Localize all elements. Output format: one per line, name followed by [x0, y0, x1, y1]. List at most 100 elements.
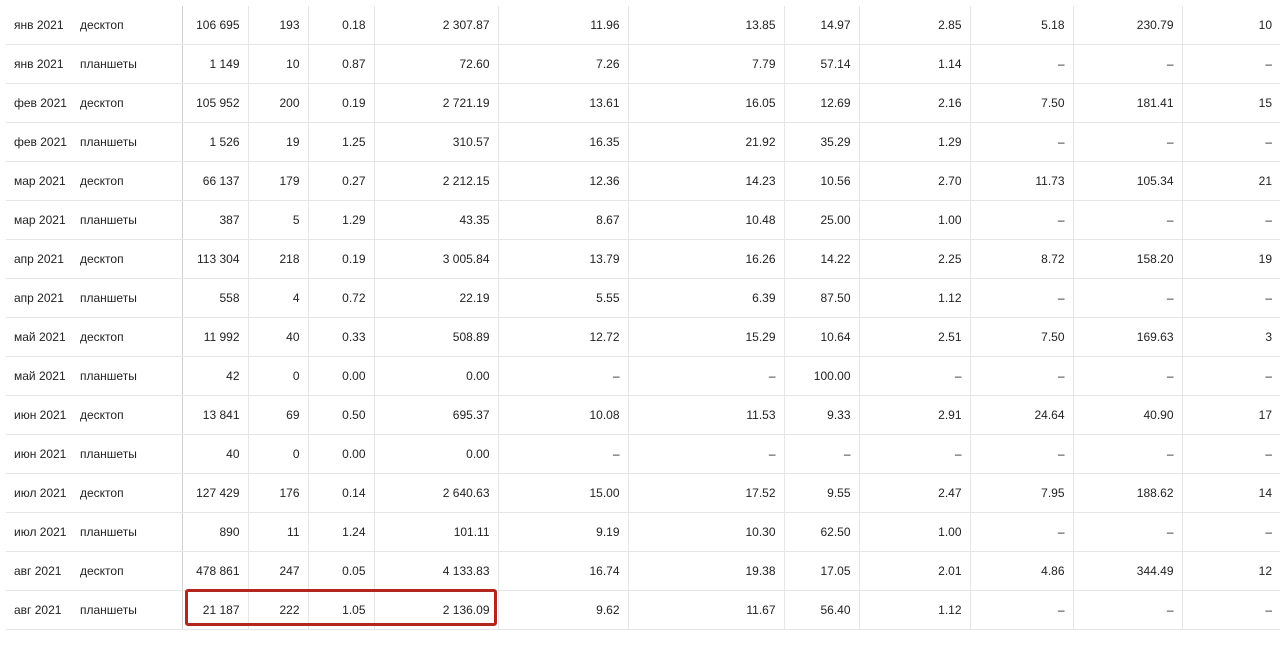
- table-row[interactable]: янв 2021 десктоп 106 695 193 0.18 2 307.87 11.…: [6, 6, 1280, 45]
- metric-cell-5: 10.08: [498, 395, 629, 435]
- table-row[interactable]: июн 2021 десктоп 13 841 69 0.50 695.37 10.08 11…: [6, 395, 1280, 435]
- metric-cell-5: 12.72: [498, 317, 629, 357]
- month-cell: авг 2021: [6, 551, 72, 591]
- table-row[interactable]: фев 2021 десктоп 105 952 200 0.19 2 721.19 13.…: [6, 83, 1280, 123]
- metric-cell-2: 200: [248, 83, 309, 123]
- metric-cell-10: –: [1073, 200, 1183, 240]
- metric-cell-8: 2.47: [859, 473, 971, 513]
- metric-cell-3: 0.72: [308, 278, 375, 318]
- table-body: янв 2021 десктоп 106 695 193 0.18 2 307.87 11.…: [6, 6, 1280, 630]
- table-row[interactable]: янв 2021 планшеты 1 149 10 0.87 72.60 7.26 7.79…: [6, 44, 1280, 84]
- metric-cell-7: 35.29: [784, 122, 860, 162]
- metric-cell-11: –: [1182, 512, 1280, 552]
- metric-cell-8: 2.16: [859, 83, 971, 123]
- month-cell: янв 2021: [6, 44, 72, 84]
- metric-cell-4: 2 640.63: [374, 473, 499, 513]
- metric-cell-1: 13 841: [182, 395, 249, 435]
- metric-cell-2: 179: [248, 161, 309, 201]
- table-row[interactable]: май 2021 десктоп 11 992 40 0.33 508.89 12.72 15…: [6, 317, 1280, 357]
- metric-cell-4: 695.37: [374, 395, 499, 435]
- metric-cell-5: –: [498, 356, 629, 396]
- metric-cell-7: 9.33: [784, 395, 860, 435]
- month-cell: июл 2021: [6, 512, 72, 552]
- metric-cell-10: –: [1073, 278, 1183, 318]
- metric-cell-11: –: [1182, 122, 1280, 162]
- report-table: янв 2021 десктоп 106 695 193 0.18 2 307.87 11.…: [6, 6, 1280, 630]
- table-row[interactable]: апр 2021 десктоп 113 304 218 0.19 3 005.84 13.…: [6, 239, 1280, 279]
- metric-cell-11: 19: [1182, 239, 1280, 279]
- metric-cell-2: 193: [248, 6, 309, 45]
- metric-cell-3: 0.33: [308, 317, 375, 357]
- metric-cell-2: 40: [248, 317, 309, 357]
- metric-cell-10: –: [1073, 590, 1183, 630]
- table-row[interactable]: июл 2021 десктоп 127 429 176 0.14 2 640.63 15.…: [6, 473, 1280, 513]
- metric-cell-9: 5.18: [970, 6, 1074, 45]
- month-cell: июн 2021: [6, 434, 72, 474]
- device-cell: планшеты: [72, 200, 183, 240]
- metric-cell-3: 0.19: [308, 239, 375, 279]
- metric-cell-4: 508.89: [374, 317, 499, 357]
- table-row[interactable]: май 2021 планшеты 42 0 0.00 0.00– –100.00– – – –: [6, 356, 1280, 396]
- metric-cell-4: 2 307.87: [374, 6, 499, 45]
- metric-cell-7: 9.55: [784, 473, 860, 513]
- metric-cell-2: 10: [248, 44, 309, 84]
- table-row[interactable]: авг 2021 десктоп 478 861 247 0.05 4 133.83 16.…: [6, 551, 1280, 591]
- metric-cell-6: 16.05: [628, 83, 785, 123]
- metric-cell-1: 478 861: [182, 551, 249, 591]
- metric-cell-9: –: [970, 434, 1074, 474]
- metric-cell-5: 15.00: [498, 473, 629, 513]
- table-row[interactable]: апр 2021 планшеты 558 4 0.72 22.19 5.55 6.39 87.…: [6, 278, 1280, 318]
- device-cell: десктоп: [72, 83, 183, 123]
- metric-cell-3: 0.05: [308, 551, 375, 591]
- metric-cell-11: –: [1182, 44, 1280, 84]
- metric-cell-3: 1.25: [308, 122, 375, 162]
- metric-cell-4: 0.00: [374, 356, 499, 396]
- metric-cell-11: 3: [1182, 317, 1280, 357]
- metric-cell-8: 2.70: [859, 161, 971, 201]
- metric-cell-6: 16.26: [628, 239, 785, 279]
- metric-cell-6: –: [628, 434, 785, 474]
- table-row[interactable]: мар 2021 планшеты 387 5 1.29 43.35 8.67 10.48 25…: [6, 200, 1280, 240]
- metric-cell-7: 87.50: [784, 278, 860, 318]
- metric-cell-10: –: [1073, 512, 1183, 552]
- metric-cell-7: –: [784, 434, 860, 474]
- metric-cell-3: 0.27: [308, 161, 375, 201]
- metric-cell-3: 1.05: [308, 590, 375, 630]
- metric-cell-5: –: [498, 434, 629, 474]
- device-cell: планшеты: [72, 122, 183, 162]
- metric-cell-6: 11.53: [628, 395, 785, 435]
- metric-cell-9: 8.72: [970, 239, 1074, 279]
- metric-cell-1: 127 429: [182, 473, 249, 513]
- metric-cell-5: 9.19: [498, 512, 629, 552]
- metric-cell-1: 387: [182, 200, 249, 240]
- metric-cell-8: 1.29: [859, 122, 971, 162]
- metric-cell-6: 19.38: [628, 551, 785, 591]
- metric-cell-7: 14.97: [784, 6, 860, 45]
- table-row[interactable]: фев 2021 планшеты 1 526 19 1.25 310.57 16.35 21…: [6, 122, 1280, 162]
- metric-cell-7: 62.50: [784, 512, 860, 552]
- month-cell: апр 2021: [6, 239, 72, 279]
- metric-cell-10: –: [1073, 44, 1183, 84]
- metric-cell-3: 0.87: [308, 44, 375, 84]
- table-row[interactable]: авг 2021 планшеты 21 187 222 1.05 2 136.09 9.6…: [6, 590, 1280, 630]
- metric-cell-4: 2 721.19: [374, 83, 499, 123]
- metric-cell-3: 1.29: [308, 200, 375, 240]
- table-row[interactable]: июн 2021 планшеты 40 0 0.00 0.00– – – – – – –: [6, 434, 1280, 474]
- table-row[interactable]: июл 2021 планшеты 890 11 1.24 101.11 9.19 10.30…: [6, 512, 1280, 552]
- metric-cell-9: 4.86: [970, 551, 1074, 591]
- metric-cell-10: 188.62: [1073, 473, 1183, 513]
- metric-cell-6: 10.30: [628, 512, 785, 552]
- month-cell: мар 2021: [6, 161, 72, 201]
- metric-cell-2: 247: [248, 551, 309, 591]
- month-cell: фев 2021: [6, 83, 72, 123]
- metric-cell-6: –: [628, 356, 785, 396]
- table-row[interactable]: мар 2021 десктоп 66 137 179 0.27 2 212.15 12.3…: [6, 161, 1280, 201]
- metric-cell-8: –: [859, 356, 971, 396]
- device-cell: планшеты: [72, 512, 183, 552]
- device-cell: планшеты: [72, 356, 183, 396]
- device-cell: планшеты: [72, 590, 183, 630]
- device-cell: планшеты: [72, 44, 183, 84]
- metric-cell-4: 0.00: [374, 434, 499, 474]
- metric-cell-6: 13.85: [628, 6, 785, 45]
- month-cell: авг 2021: [6, 590, 72, 630]
